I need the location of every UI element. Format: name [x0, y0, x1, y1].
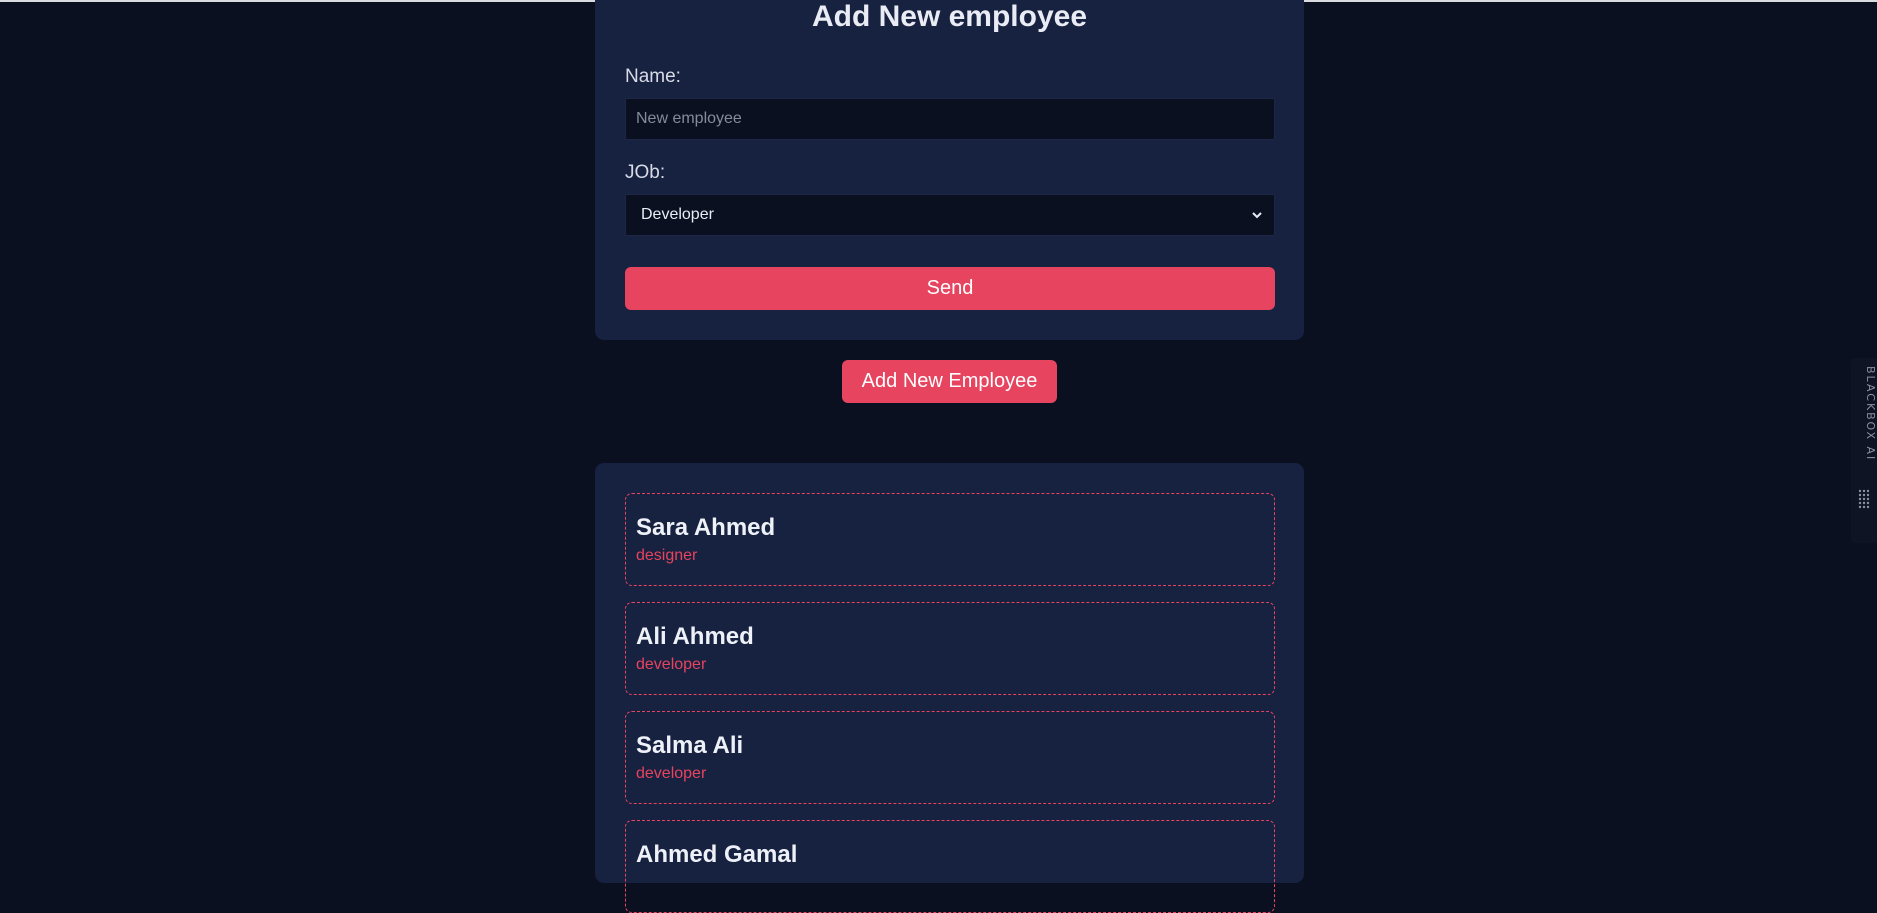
employee-name: Salma Ali — [636, 732, 744, 759]
employee-name: Sara Ahmed — [636, 514, 776, 541]
employee-job: developer — [636, 765, 707, 782]
chevron-down-icon — [1252, 212, 1262, 219]
list-item[interactable]: Sara Ahmed designer — [625, 493, 1275, 586]
side-tab-label: BLACKBOX AI — [1864, 366, 1877, 462]
job-select-value: Developer — [641, 206, 714, 223]
name-label: Name: — [625, 66, 681, 87]
employee-name: Ahmed Gamal — [636, 841, 798, 868]
add-new-employee-button[interactable]: Add New Employee — [842, 360, 1057, 403]
add-employee-form: Add New employee Name: JOb: Developer Se… — [595, 0, 1304, 340]
employee-name: Ali Ahmed — [636, 623, 754, 650]
send-button[interactable]: Send — [625, 267, 1275, 310]
list-item[interactable]: Salma Ali developer — [625, 711, 1275, 804]
list-item[interactable]: Ali Ahmed developer — [625, 602, 1275, 695]
job-select[interactable]: Developer — [625, 194, 1275, 236]
blackbox-ai-side-tab[interactable]: BLACKBOX AI — [1851, 358, 1877, 543]
blackbox-logo-icon — [1858, 489, 1870, 509]
employee-job: designer — [636, 547, 698, 564]
name-input[interactable] — [625, 98, 1275, 140]
employee-job: developer — [636, 656, 707, 673]
form-title: Add New employee — [811, 0, 1088, 33]
list-item[interactable]: Ahmed Gamal — [625, 820, 1275, 913]
job-label: JOb: — [625, 162, 666, 183]
employee-list: Sara Ahmed designer Ali Ahmed developer … — [595, 463, 1304, 913]
